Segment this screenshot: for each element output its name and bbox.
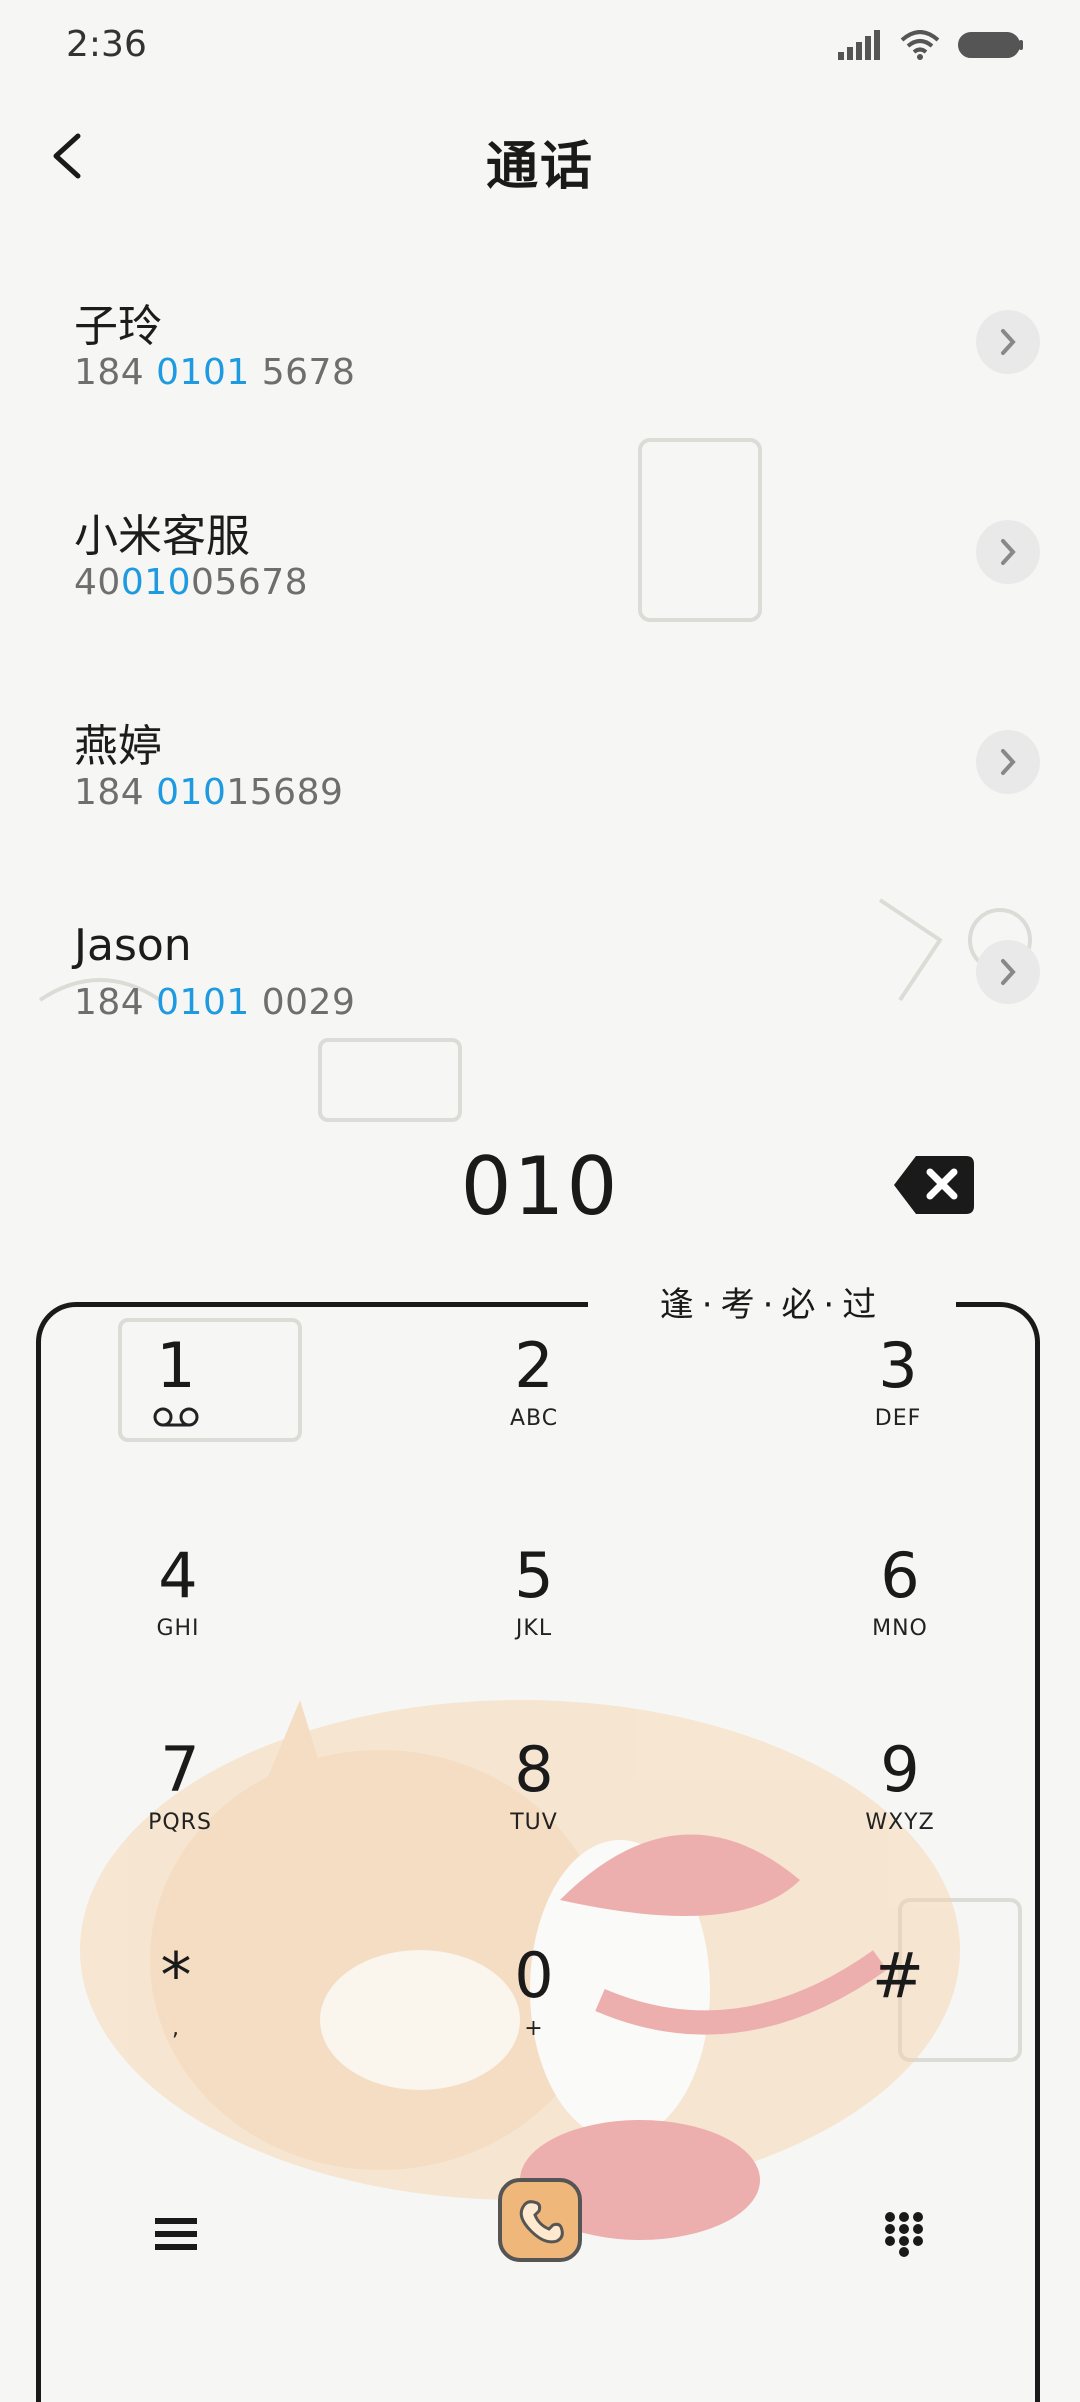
status-bar: 2:36: [0, 0, 1080, 96]
contact-number: 184 01015689: [74, 772, 344, 813]
phone-call-icon: [519, 2200, 564, 2244]
key-star[interactable]: * ,: [76, 1940, 276, 2110]
contact-list: 子玲 184 0101 5678 小米客服 4001005678 燕婷 184 …: [0, 260, 1080, 1100]
contact-row[interactable]: 小米客服 4001005678: [0, 470, 1080, 680]
contact-detail-button[interactable]: [976, 310, 1040, 374]
dialer-action-bar: [0, 2170, 1080, 2290]
contact-number: 184 0101 0029: [74, 982, 356, 1023]
key-4[interactable]: 4 GHI: [78, 1540, 278, 1710]
match-highlight: 0101: [156, 352, 250, 393]
key-8[interactable]: 8 TUV: [434, 1734, 634, 1904]
contact-row[interactable]: 燕婷 184 01015689: [0, 680, 1080, 890]
contact-row[interactable]: Jason 184 0101 0029: [0, 890, 1080, 1100]
match-highlight: 010: [120, 562, 192, 603]
match-highlight: 0101: [156, 982, 250, 1023]
keypad-grid-icon: [885, 2212, 923, 2257]
page-title: 通话: [485, 137, 594, 197]
chevron-right-icon: [1001, 539, 1016, 565]
match-highlight: 010: [156, 772, 227, 813]
call-button[interactable]: [498, 2178, 582, 2262]
key-0[interactable]: 0 +: [434, 1940, 634, 2110]
contact-number: 4001005678: [74, 562, 309, 603]
contact-name: 子玲: [74, 301, 162, 352]
backspace-button[interactable]: [892, 1154, 976, 1216]
chevron-right-icon: [1001, 959, 1016, 985]
cellular-signal-icon: [838, 30, 880, 60]
key-9[interactable]: 9 WXYZ: [800, 1734, 1000, 1904]
key-2[interactable]: 2 ABC: [434, 1330, 634, 1500]
dial-display: 010: [0, 1140, 1080, 1240]
contact-detail-button[interactable]: [976, 520, 1040, 584]
status-icons: [838, 30, 1024, 60]
contact-name: 小米客服: [74, 511, 250, 562]
key-1[interactable]: 1: [76, 1330, 276, 1500]
key-6[interactable]: 6 MNO: [800, 1540, 1000, 1710]
contact-detail-button[interactable]: [976, 730, 1040, 794]
battery-icon: [958, 32, 1023, 58]
key-5[interactable]: 5 JKL: [434, 1540, 634, 1710]
chevron-right-icon: [1001, 749, 1016, 775]
contact-number: 184 0101 5678: [74, 352, 356, 393]
key-hash[interactable]: #: [798, 1940, 998, 2110]
slogan-text: 逢·考·必·过: [588, 1282, 956, 1328]
key-3[interactable]: 3 DEF: [798, 1330, 998, 1500]
status-time: 2:36: [66, 24, 147, 65]
chevron-right-icon: [1001, 329, 1016, 355]
contact-name: 燕婷: [74, 721, 162, 772]
contact-detail-button[interactable]: [976, 940, 1040, 1004]
menu-button[interactable]: [136, 2194, 216, 2274]
app-header: 通话: [0, 96, 1080, 216]
voicemail-icon: [153, 1407, 199, 1427]
backspace-icon: [894, 1156, 974, 1214]
contact-row[interactable]: 子玲 184 0101 5678: [0, 260, 1080, 470]
key-7[interactable]: 7 PQRS: [80, 1734, 280, 1904]
menu-icon: [155, 2218, 197, 2250]
wifi-icon: [900, 30, 940, 60]
keypad-toggle-button[interactable]: [864, 2194, 944, 2274]
contact-name: Jason: [74, 920, 192, 971]
